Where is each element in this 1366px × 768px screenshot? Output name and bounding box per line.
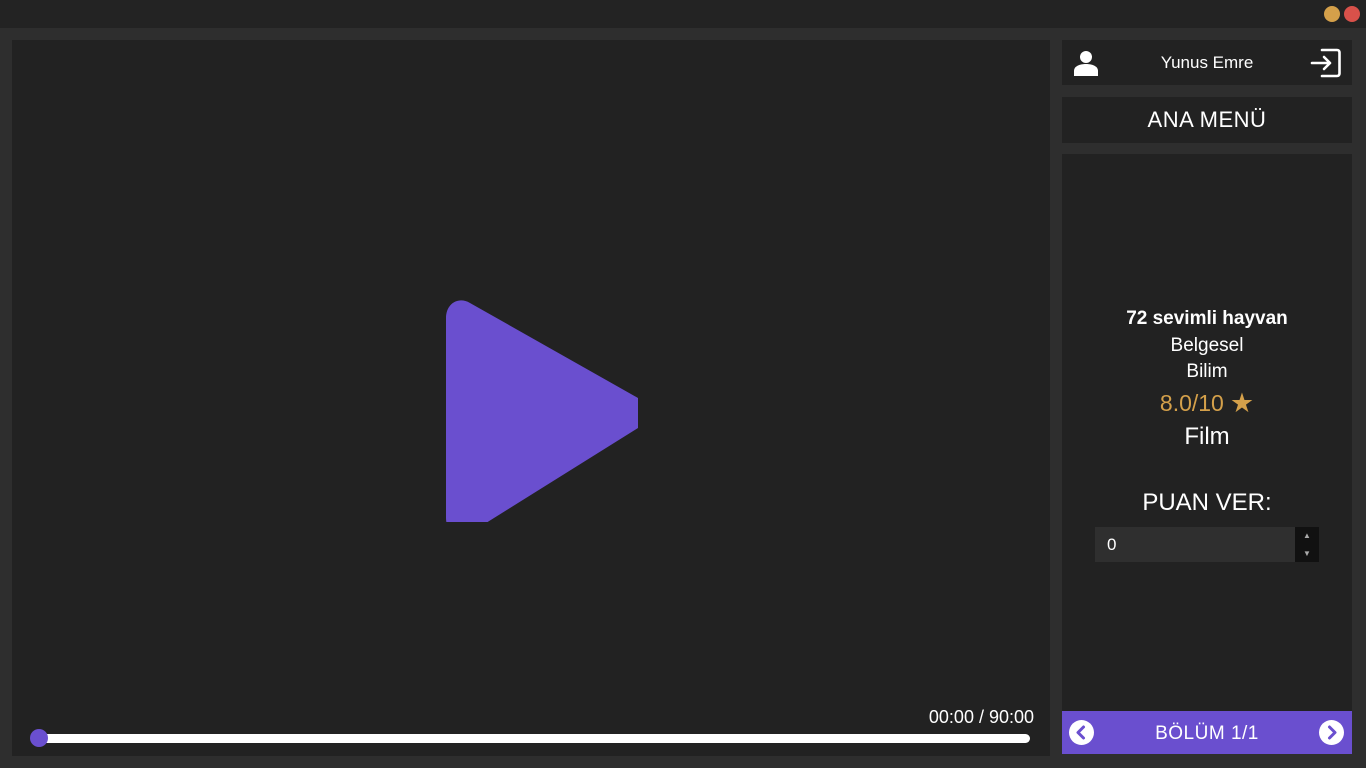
media-type: Film xyxy=(1184,423,1230,450)
movie-genre: Belgesel xyxy=(1170,335,1244,356)
episode-label: BÖLÜM 1/1 xyxy=(1155,723,1259,744)
episode-bar: BÖLÜM 1/1 xyxy=(1062,711,1352,754)
chevron-left-icon[interactable] xyxy=(1069,720,1094,745)
user-name: Yunus Emre xyxy=(1160,53,1254,72)
seek-thumb[interactable] xyxy=(30,729,48,747)
video-player[interactable]: 00:00 / 90:00 xyxy=(12,40,1050,756)
user-panel: Yunus Emre xyxy=(1062,40,1352,85)
rating-spinbox[interactable]: ▲ ▼ xyxy=(1095,527,1319,562)
chevron-right-icon[interactable] xyxy=(1319,720,1344,745)
movie-rating: 8.0/10 ★ xyxy=(1062,388,1352,419)
rating-value: 8.0/10 xyxy=(1159,390,1224,416)
logout-icon[interactable] xyxy=(1310,47,1342,79)
play-button[interactable] xyxy=(428,272,647,536)
main-menu-button[interactable]: ANA MENÜ xyxy=(1062,97,1352,143)
rating-input[interactable] xyxy=(1095,527,1295,562)
movie-genre: Bilim xyxy=(1186,361,1228,382)
movie-info-panel: 72 sevimli hayvan Belgesel Bilim 8.0/10 ★… xyxy=(1062,154,1352,711)
minimize-button[interactable] xyxy=(1324,6,1340,22)
spin-arrows[interactable]: ▲ ▼ xyxy=(1295,527,1319,562)
rate-label: PUAN VER: xyxy=(1142,489,1272,516)
spin-up-icon[interactable]: ▲ xyxy=(1295,527,1319,544)
close-button[interactable] xyxy=(1344,6,1360,22)
spin-down-icon[interactable]: ▼ xyxy=(1295,545,1319,562)
time-display: 00:00 / 90:00 xyxy=(928,707,1034,727)
seek-bar[interactable] xyxy=(32,734,1030,743)
movie-title: 72 sevimli hayvan xyxy=(1126,308,1288,329)
star-icon: ★ xyxy=(1229,388,1255,418)
play-icon xyxy=(446,300,647,536)
user-icon xyxy=(1074,51,1098,76)
title-bar xyxy=(0,0,1366,28)
